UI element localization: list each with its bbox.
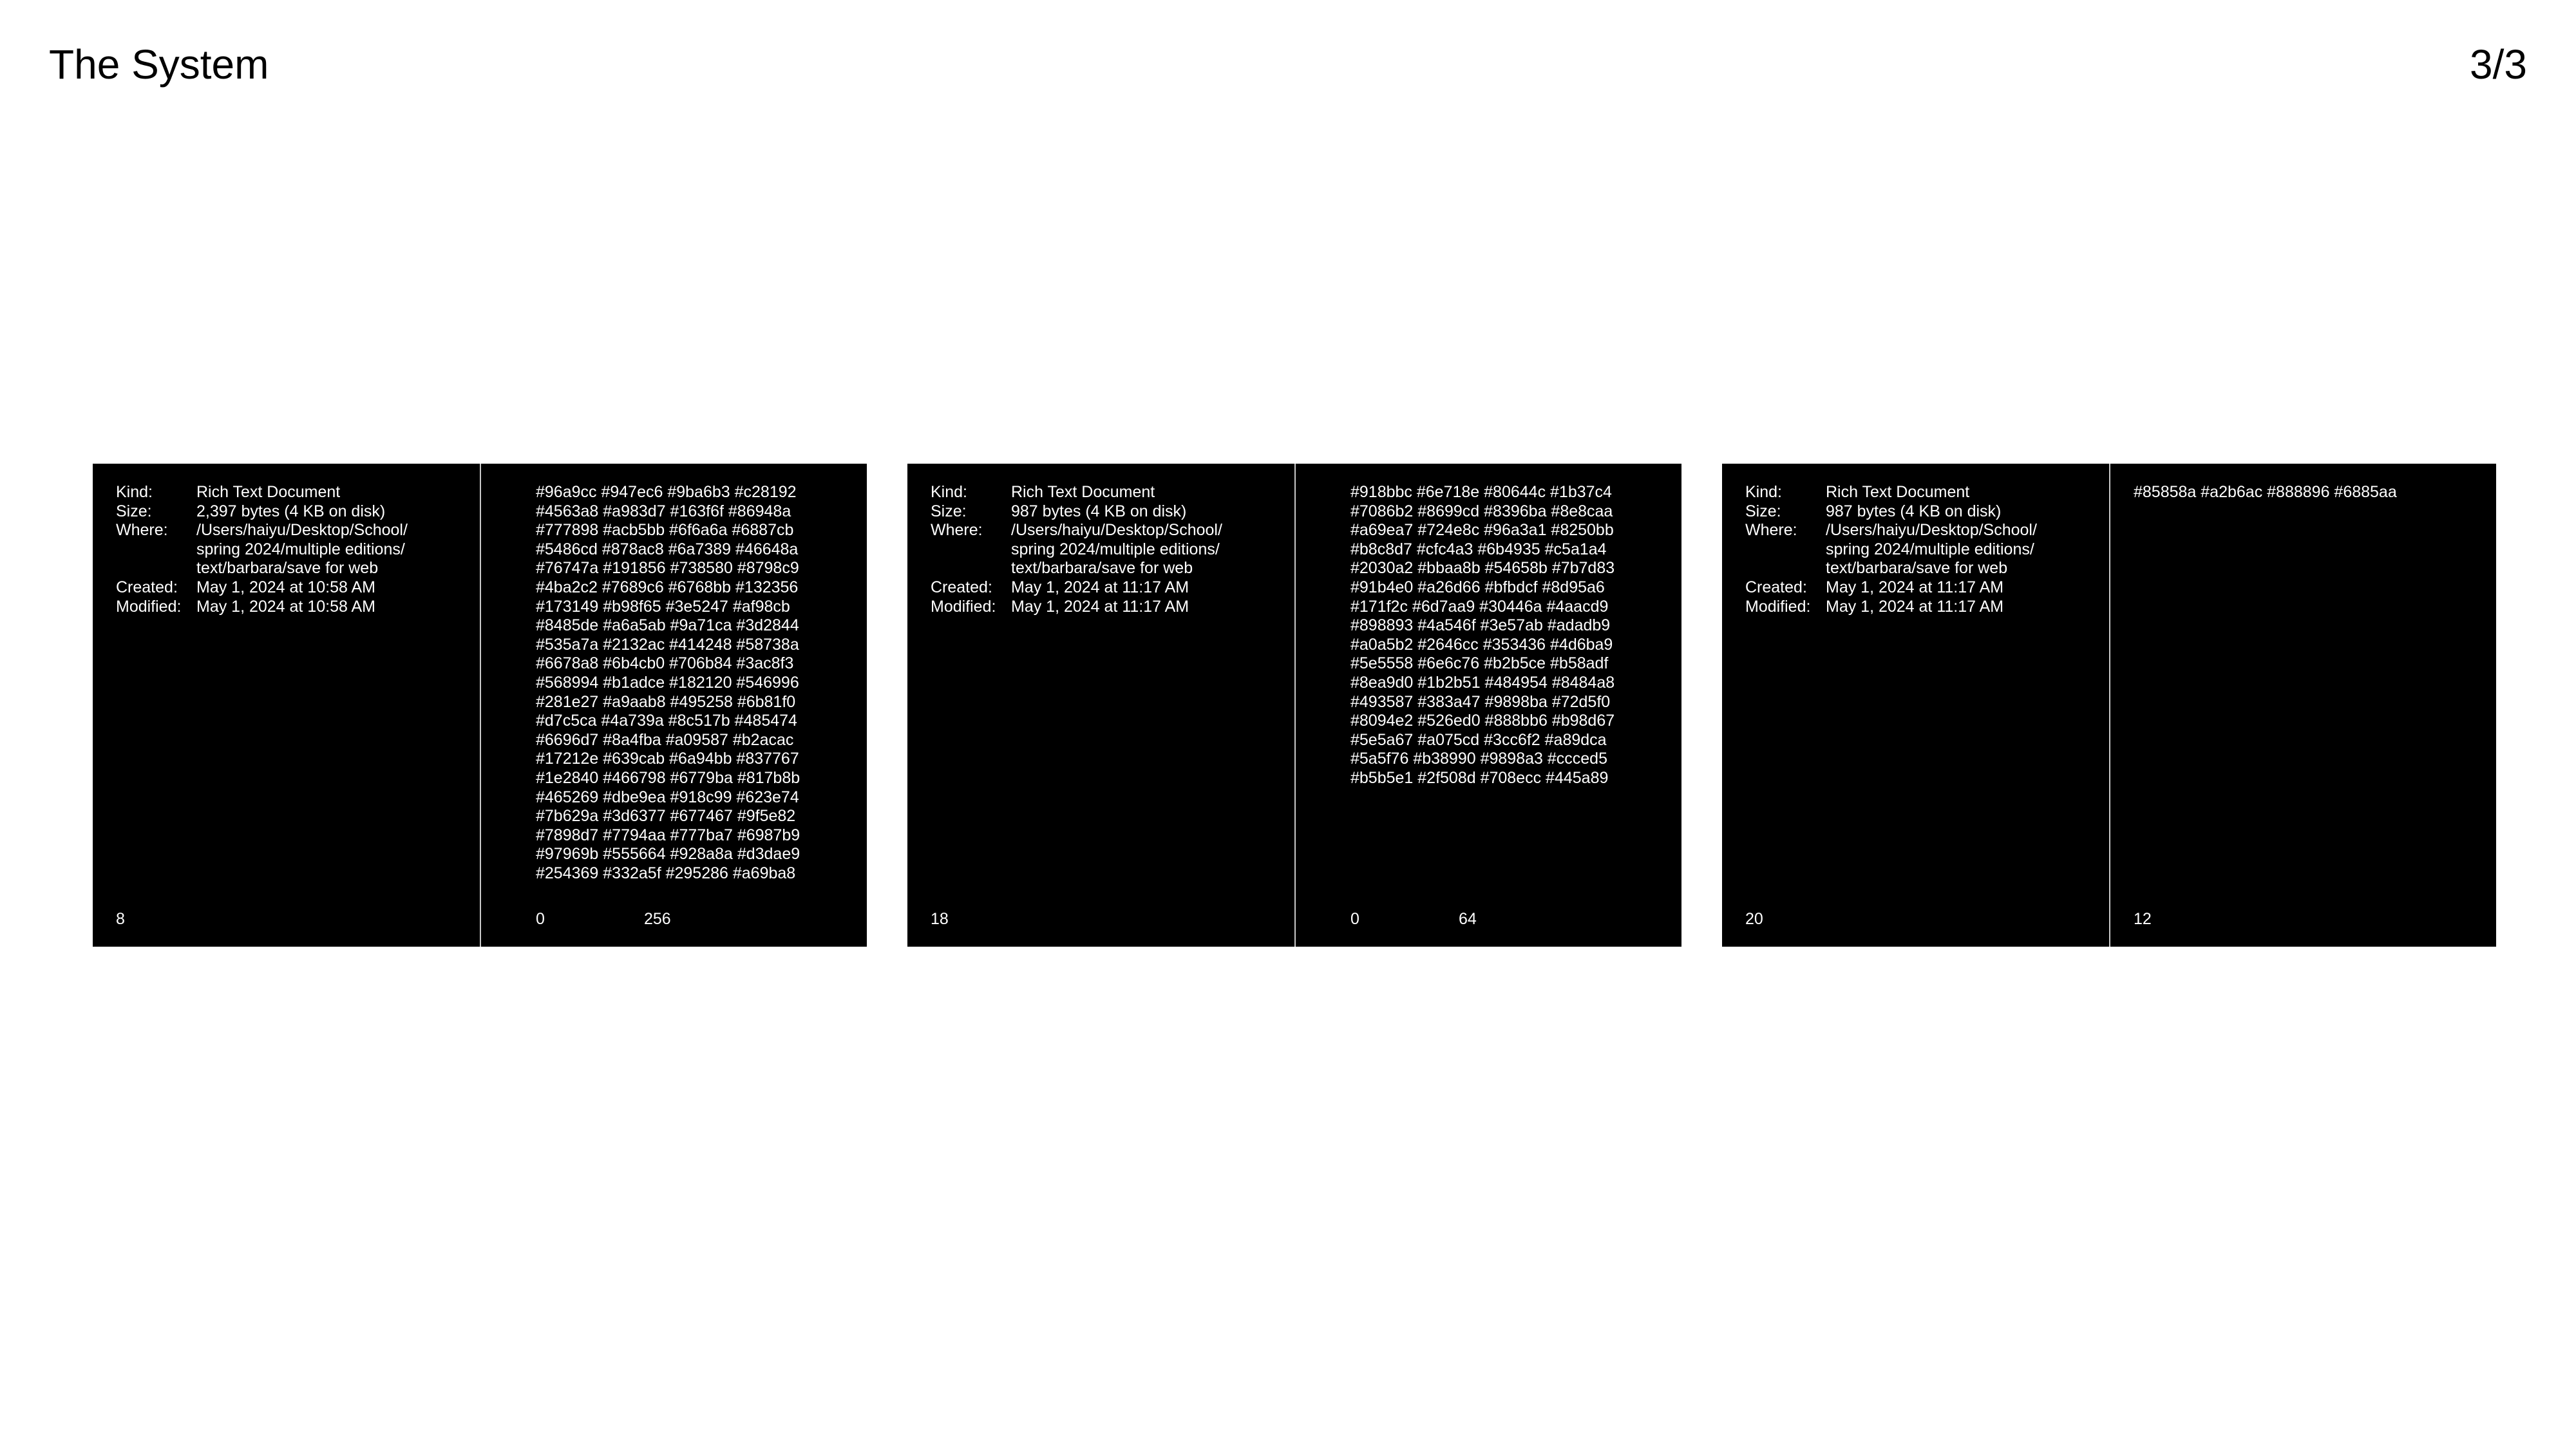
page-indicator: 3/3 — [2470, 41, 2527, 88]
modified-row: Modified: May 1, 2024 at 10:58 AM — [116, 598, 428, 617]
where-line: /Users/haiyu/Desktop/School/ — [1011, 521, 1222, 540]
color-list: #918bbc #6e718e #80644c #1b37c4 #7086b2 … — [1350, 483, 1615, 787]
where-value: /Users/haiyu/Desktop/School/ spring 2024… — [196, 521, 428, 578]
left-count: 20 — [1745, 910, 1763, 928]
created-value: May 1, 2024 at 11:17 AM — [1826, 578, 2004, 596]
kind-row: Kind: Rich Text Document — [1745, 483, 2058, 502]
range-max: 64 — [1459, 910, 1477, 928]
created-row: Created: May 1, 2024 at 11:17 AM — [931, 578, 1243, 598]
color-list: #85858a #a2b6ac #888896 #6885aa — [2134, 483, 2397, 501]
size-value: 987 bytes (4 KB on disk) — [1011, 502, 1187, 520]
size-value: 987 bytes (4 KB on disk) — [1826, 502, 2002, 520]
modified-label: Modified: — [1745, 597, 1811, 616]
modified-row: Modified: May 1, 2024 at 11:17 AM — [931, 598, 1243, 617]
page-title: The System — [49, 41, 269, 88]
where-label: Where: — [116, 521, 168, 540]
created-label: Created: — [1745, 578, 1807, 596]
where-value: /Users/haiyu/Desktop/School/ spring 2024… — [1826, 521, 2058, 578]
created-row: Created: May 1, 2024 at 10:58 AM — [116, 578, 428, 598]
range-min: 0 — [1350, 910, 1359, 928]
where-line: spring 2024/multiple editions/ — [1826, 540, 2034, 558]
size-label: Size: — [1745, 502, 1781, 520]
kind-value: Rich Text Document — [196, 483, 341, 501]
file-info-panel: Kind: Rich Text Document Size: 2,397 byt… — [116, 483, 428, 616]
where-line: text/barbara/save for web — [196, 559, 379, 578]
size-row: Size: 987 bytes (4 KB on disk) — [931, 502, 1243, 522]
kind-label: Kind: — [116, 483, 153, 501]
kind-row: Kind: Rich Text Document — [116, 483, 428, 502]
size-row: Size: 987 bytes (4 KB on disk) — [1745, 502, 2058, 522]
size-value: 2,397 bytes (4 KB on disk) — [196, 502, 386, 520]
range-min: 0 — [536, 910, 545, 928]
where-label: Where: — [1745, 521, 1797, 540]
range-max: 256 — [644, 910, 671, 928]
created-row: Created: May 1, 2024 at 11:17 AM — [1745, 578, 2058, 598]
where-value: /Users/haiyu/Desktop/School/ spring 2024… — [1011, 521, 1243, 578]
file-info-card: Kind: Rich Text Document Size: 987 bytes… — [907, 464, 1681, 947]
file-info-panel: Kind: Rich Text Document Size: 987 bytes… — [1745, 483, 2058, 616]
modified-value: May 1, 2024 at 10:58 AM — [196, 597, 375, 616]
where-line: text/barbara/save for web — [1826, 559, 2008, 578]
where-line: /Users/haiyu/Desktop/School/ — [1826, 521, 2037, 540]
kind-row: Kind: Rich Text Document — [931, 483, 1243, 502]
color-list-panel: #96a9cc #947ec6 #9ba6b3 #c28192 #4563a8 … — [480, 464, 867, 947]
kind-label: Kind: — [931, 483, 967, 501]
where-line: spring 2024/multiple editions/ — [196, 540, 405, 558]
created-value: May 1, 2024 at 11:17 AM — [1011, 578, 1189, 596]
kind-label: Kind: — [1745, 483, 1782, 501]
created-label: Created: — [116, 578, 178, 596]
size-row: Size: 2,397 bytes (4 KB on disk) — [116, 502, 428, 522]
where-line: /Users/haiyu/Desktop/School/ — [196, 521, 408, 540]
where-row: Where: /Users/haiyu/Desktop/School/ spri… — [1745, 521, 2058, 578]
range-min: 12 — [2134, 910, 2152, 928]
where-row: Where: /Users/haiyu/Desktop/School/ spri… — [931, 521, 1243, 578]
left-count: 8 — [116, 910, 125, 928]
color-list-panel: #85858a #a2b6ac #888896 #6885aa 12 — [2109, 464, 2496, 947]
kind-value: Rich Text Document — [1826, 483, 1970, 501]
modified-row: Modified: May 1, 2024 at 11:17 AM — [1745, 598, 2058, 617]
file-info-card: Kind: Rich Text Document Size: 987 bytes… — [1722, 464, 2496, 947]
modified-label: Modified: — [931, 597, 996, 616]
color-list: #96a9cc #947ec6 #9ba6b3 #c28192 #4563a8 … — [536, 483, 800, 882]
size-label: Size: — [931, 502, 967, 520]
color-list-panel: #918bbc #6e718e #80644c #1b37c4 #7086b2 … — [1294, 464, 1681, 947]
modified-label: Modified: — [116, 597, 182, 616]
left-count: 18 — [931, 910, 949, 928]
created-value: May 1, 2024 at 10:58 AM — [196, 578, 375, 596]
modified-value: May 1, 2024 at 11:17 AM — [1011, 597, 1189, 616]
kind-value: Rich Text Document — [1011, 483, 1155, 501]
file-info-card: Kind: Rich Text Document Size: 2,397 byt… — [93, 464, 867, 947]
size-label: Size: — [116, 502, 152, 520]
created-label: Created: — [931, 578, 992, 596]
where-label: Where: — [931, 521, 983, 540]
modified-value: May 1, 2024 at 11:17 AM — [1826, 597, 2004, 616]
where-line: text/barbara/save for web — [1011, 559, 1193, 578]
where-row: Where: /Users/haiyu/Desktop/School/ spri… — [116, 521, 428, 578]
file-info-panel: Kind: Rich Text Document Size: 987 bytes… — [931, 483, 1243, 616]
where-line: spring 2024/multiple editions/ — [1011, 540, 1220, 558]
